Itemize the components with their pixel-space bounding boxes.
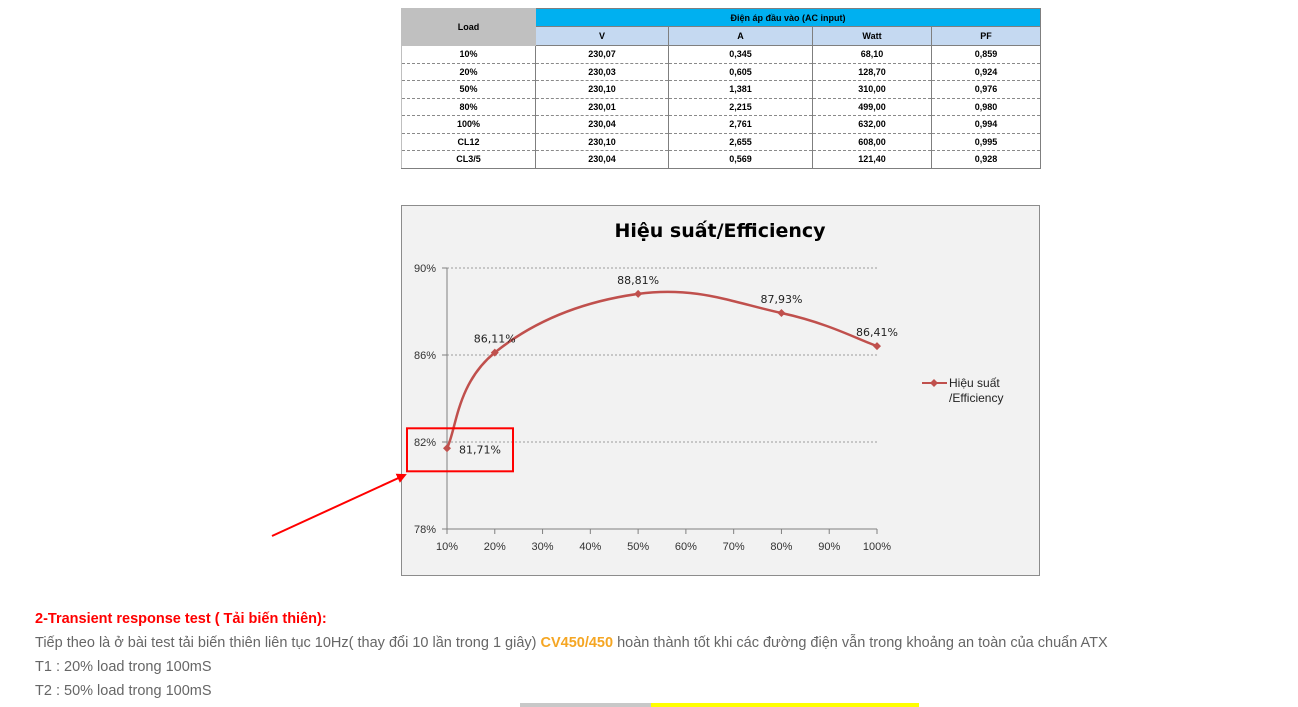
cell-v: 230,01: [535, 98, 669, 116]
next-image-edge: [520, 703, 651, 707]
cell-pf: 0,995: [930, 133, 1042, 151]
cell-a: 2,655: [668, 133, 813, 151]
cell-load: 50%: [401, 80, 536, 99]
paragraph-text-after: hoàn thành tốt khi các đường điện vẫn tr…: [613, 635, 1108, 651]
cell-a: 0,569: [668, 150, 813, 169]
cell-load: CL12: [401, 133, 536, 151]
y-tick-label: 78%: [414, 524, 436, 536]
x-tick-label: 100%: [863, 541, 891, 553]
cell-load: 10%: [401, 45, 536, 64]
chart-title: Hiệu suất/Efficiency: [614, 219, 826, 242]
cell-pf: 0,859: [930, 45, 1042, 64]
cell-watt: 310,00: [812, 80, 932, 99]
cell-a: 1,381: [668, 80, 813, 99]
table-row: CL3/5 230,04 0,569 121,40 0,928: [401, 150, 1042, 169]
table-row: 50% 230,10 1,381 310,00 0,976: [401, 80, 1042, 99]
y-tick-label: 90%: [414, 263, 436, 275]
cell-a: 0,605: [668, 63, 813, 81]
table-row: CL12 230,10 2,655 608,00 0,995: [401, 133, 1042, 151]
column-header-watt: Watt: [812, 26, 932, 46]
data-point-marker: [443, 444, 451, 453]
t1-line: T1 : 20% load trong 100mS: [35, 659, 212, 675]
efficiency-chart-svg: Hiệu suất/Efficiency 78% 82% 86% 90% 10% 20% 30…: [406, 219, 1003, 553]
cell-watt: 608,00: [812, 133, 932, 151]
cell-pf: 0,928: [930, 150, 1042, 169]
legend-label: /Efficiency: [949, 391, 1003, 405]
load-column-header: Load: [401, 8, 536, 46]
data-label: 86,41%: [856, 326, 898, 339]
cell-v: 230,04: [535, 150, 669, 169]
t2-line: T2 : 50% load trong 100mS: [35, 683, 212, 699]
x-tick-label: 10%: [436, 541, 458, 553]
cell-v: 230,07: [535, 45, 669, 64]
table-row: 80% 230,01 2,215 499,00 0,980: [401, 98, 1042, 116]
section-heading: 2-Transient response test ( Tải biến thi…: [35, 611, 327, 627]
data-label: 87,93%: [760, 293, 802, 306]
cell-watt: 128,70: [812, 63, 932, 81]
y-tick-label: 82%: [414, 437, 436, 449]
cell-load: 100%: [401, 115, 536, 134]
cell-a: 2,761: [668, 115, 813, 134]
cell-watt: 499,00: [812, 98, 932, 116]
cell-pf: 0,924: [930, 63, 1042, 81]
x-tick-label: 70%: [723, 541, 745, 553]
x-tick-label: 90%: [818, 541, 840, 553]
cell-a: 0,345: [668, 45, 813, 64]
next-image-edge-highlight: [651, 703, 919, 707]
cell-pf: 0,994: [930, 115, 1042, 134]
ac-input-group-header: Điện áp đầu vào (AC input): [534, 8, 1042, 27]
x-tick-label: 80%: [770, 541, 792, 553]
product-name-highlight: CV450/450: [540, 635, 614, 651]
cell-watt: 68,10: [812, 45, 932, 64]
cell-v: 230,10: [535, 133, 669, 151]
data-point-marker: [873, 342, 881, 351]
data-point-marker: [634, 289, 643, 298]
legend-marker: [930, 379, 938, 387]
data-point-marker: [777, 309, 786, 318]
data-label: 81,71%: [459, 443, 501, 456]
x-tick-label: 60%: [675, 541, 697, 553]
cell-load: CL3/5: [401, 150, 536, 169]
table-row: 100% 230,04 2,761 632,00 0,994: [401, 115, 1042, 134]
cell-v: 230,03: [535, 63, 669, 81]
article-paragraph: Tiếp theo là ở bài test tải biến thiên l…: [35, 635, 1108, 651]
cell-v: 230,10: [535, 80, 669, 99]
ac-input-table: Load Điện áp đầu vào (AC input) V A Watt…: [401, 8, 1042, 169]
table-row: 20% 230,03 0,605 128,70 0,924: [401, 63, 1042, 81]
cell-load: 80%: [401, 98, 536, 116]
x-tick-label: 20%: [484, 541, 506, 553]
x-tick-label: 30%: [532, 541, 554, 553]
column-header-a: A: [668, 26, 813, 46]
x-tick-label: 50%: [627, 541, 649, 553]
cell-v: 230,04: [535, 115, 669, 134]
cell-a: 2,215: [668, 98, 813, 116]
column-header-v: V: [535, 26, 669, 46]
column-header-pf: PF: [930, 26, 1042, 46]
table-row: 10% 230,07 0,345 68,10 0,859: [401, 45, 1042, 64]
y-tick-label: 86%: [414, 350, 436, 362]
data-label: 86,11%: [474, 333, 516, 346]
paragraph-text-before: Tiếp theo là ở bài test tải biến thiên l…: [35, 635, 541, 651]
cell-pf: 0,980: [930, 98, 1042, 116]
data-label: 88,81%: [617, 274, 659, 287]
series-line: [445, 290, 878, 449]
annotation-arrow: [271, 473, 407, 537]
x-tick-label: 40%: [579, 541, 601, 553]
cell-watt: 121,40: [812, 150, 932, 169]
cell-pf: 0,976: [930, 80, 1042, 99]
legend-label: Hiệu suất: [949, 376, 1000, 390]
efficiency-chart: Hiệu suất/Efficiency 78% 82% 86% 90% 10% 20% 30…: [401, 205, 1040, 576]
cell-load: 20%: [401, 63, 536, 81]
cell-watt: 632,00: [812, 115, 932, 134]
